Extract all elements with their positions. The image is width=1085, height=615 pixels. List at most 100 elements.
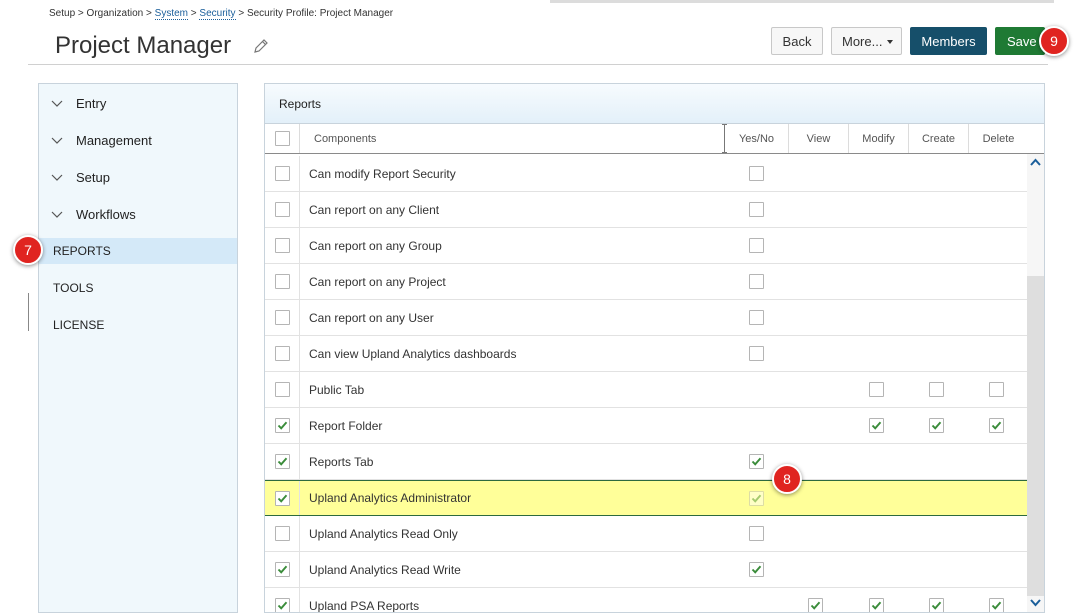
create-checkbox[interactable] bbox=[929, 598, 944, 612]
table-row[interactable]: Can report on any Project bbox=[265, 264, 1027, 300]
table-row[interactable]: Upland Analytics Read Only bbox=[265, 516, 1027, 552]
yesno-checkbox[interactable] bbox=[749, 454, 764, 469]
row-select-checkbox[interactable] bbox=[275, 382, 290, 397]
row-select-checkbox[interactable] bbox=[275, 526, 290, 541]
column-header-create[interactable]: Create bbox=[908, 124, 968, 153]
table-row[interactable]: Can report on any Client bbox=[265, 192, 1027, 228]
component-label: Can view Upland Analytics dashboards bbox=[309, 346, 517, 361]
breadcrumb: Setup > Organization > System > Security… bbox=[49, 8, 394, 20]
table-row[interactable]: Can report on any Group bbox=[265, 228, 1027, 264]
scroll-up-icon[interactable] bbox=[1029, 157, 1042, 167]
component-label: Can report on any Client bbox=[309, 202, 440, 217]
yesno-checkbox[interactable] bbox=[749, 526, 764, 541]
row-separator bbox=[299, 444, 300, 479]
yesno-checkbox[interactable] bbox=[749, 166, 764, 181]
row-select-checkbox[interactable] bbox=[275, 166, 290, 181]
row-select-checkbox[interactable] bbox=[275, 598, 290, 612]
column-header-modify[interactable]: Modify bbox=[848, 124, 908, 153]
top-strip bbox=[550, 0, 1054, 3]
row-select-checkbox[interactable] bbox=[275, 274, 290, 289]
row-separator bbox=[299, 192, 300, 227]
row-select-checkbox[interactable] bbox=[275, 346, 290, 361]
table-row[interactable]: Can view Upland Analytics dashboards bbox=[265, 336, 1027, 372]
members-button[interactable]: Members bbox=[910, 27, 987, 55]
component-label: Upland Analytics Administrator bbox=[309, 491, 472, 505]
yesno-checkbox[interactable] bbox=[749, 238, 764, 253]
delete-checkbox[interactable] bbox=[989, 418, 1004, 433]
modify-checkbox[interactable] bbox=[869, 598, 884, 612]
breadcrumb-sep: > bbox=[146, 8, 152, 19]
delete-checkbox[interactable] bbox=[989, 598, 1004, 612]
component-label: Can report on any User bbox=[309, 310, 434, 325]
sidebar-item-license[interactable]: LICENSE bbox=[39, 312, 237, 338]
sidebar-item-label: Management bbox=[76, 132, 152, 148]
column-header-delete[interactable]: Delete bbox=[968, 124, 1028, 153]
sidebar-item-entry[interactable]: Entry bbox=[39, 90, 237, 116]
select-all-checkbox[interactable] bbox=[275, 131, 290, 146]
table-row[interactable]: Report Folder bbox=[265, 408, 1027, 444]
more-dropdown-button[interactable]: More... bbox=[831, 27, 902, 55]
table-row[interactable]: Public Tab bbox=[265, 372, 1027, 408]
step-marker-8: 8 bbox=[772, 464, 802, 494]
scroll-down-icon[interactable] bbox=[1029, 598, 1042, 608]
page-title: Project Manager bbox=[55, 32, 232, 59]
modify-checkbox[interactable] bbox=[869, 382, 884, 397]
sidebar-item-label: Setup bbox=[76, 169, 110, 185]
row-separator bbox=[299, 336, 300, 371]
row-separator bbox=[299, 156, 300, 191]
sidebar-item-label: TOOLS bbox=[53, 281, 94, 295]
sidebar-item-management[interactable]: Management bbox=[39, 127, 237, 153]
sidebar-item-label: LICENSE bbox=[53, 318, 105, 332]
row-select-checkbox[interactable] bbox=[275, 202, 290, 217]
yesno-checkbox[interactable] bbox=[749, 310, 764, 325]
breadcrumb-sep: > bbox=[190, 8, 197, 19]
breadcrumb-current: Security Profile: Project Manager bbox=[246, 8, 394, 19]
save-button[interactable]: Save bbox=[995, 27, 1045, 55]
sidebar-item-workflows[interactable]: Workflows bbox=[39, 201, 237, 227]
column-header-yesno[interactable]: Yes/No bbox=[725, 124, 788, 153]
row-separator bbox=[299, 228, 300, 263]
breadcrumb-security-link[interactable]: Security bbox=[199, 8, 236, 20]
column-header-components[interactable]: Components bbox=[299, 124, 725, 153]
yesno-checkbox[interactable] bbox=[749, 202, 764, 217]
breadcrumb-system-link[interactable]: System bbox=[154, 8, 188, 20]
breadcrumb-organization[interactable]: Organization bbox=[87, 8, 144, 19]
row-select-checkbox[interactable] bbox=[275, 454, 290, 469]
sidebar-item-setup[interactable]: Setup bbox=[39, 164, 237, 190]
yesno-checkbox[interactable] bbox=[749, 274, 764, 289]
table-row[interactable]: Upland Analytics Administrator bbox=[265, 480, 1027, 516]
delete-checkbox[interactable] bbox=[989, 382, 1004, 397]
create-checkbox[interactable] bbox=[929, 382, 944, 397]
sidebar: Entry Management Setup Workflows REPORTS… bbox=[38, 83, 238, 613]
yesno-checkbox[interactable] bbox=[749, 562, 764, 577]
row-select-checkbox[interactable] bbox=[275, 310, 290, 325]
table-row[interactable]: Can report on any User bbox=[265, 300, 1027, 336]
view-checkbox[interactable] bbox=[808, 598, 823, 612]
row-select-checkbox[interactable] bbox=[275, 418, 290, 433]
row-select-checkbox[interactable] bbox=[275, 238, 290, 253]
table-row[interactable]: Can modify Report Security bbox=[265, 156, 1027, 192]
row-select-checkbox[interactable] bbox=[275, 491, 290, 506]
component-label: Can report on any Project bbox=[309, 274, 446, 289]
yesno-checkbox[interactable] bbox=[749, 491, 764, 506]
breadcrumb-setup[interactable]: Setup bbox=[49, 8, 75, 19]
table-row[interactable]: Reports Tab bbox=[265, 444, 1027, 480]
chevron-down-icon bbox=[51, 174, 63, 181]
create-checkbox[interactable] bbox=[929, 418, 944, 433]
sidebar-item-reports[interactable]: REPORTS bbox=[39, 238, 237, 264]
column-resize-handle[interactable] bbox=[722, 124, 727, 153]
component-label: Upland PSA Reports bbox=[309, 598, 420, 613]
table-row[interactable]: Upland PSA Reports bbox=[265, 588, 1027, 613]
modify-checkbox[interactable] bbox=[869, 418, 884, 433]
sidebar-item-label: Workflows bbox=[76, 206, 136, 222]
pencil-icon[interactable] bbox=[252, 37, 270, 55]
table-row[interactable]: Upland Analytics Read Write bbox=[265, 552, 1027, 588]
sidebar-item-tools[interactable]: TOOLS bbox=[39, 275, 237, 301]
scrollbar-thumb[interactable] bbox=[1027, 276, 1044, 596]
column-header-view[interactable]: View bbox=[788, 124, 848, 153]
panel-title: Reports bbox=[279, 97, 322, 111]
row-select-checkbox[interactable] bbox=[275, 562, 290, 577]
more-label: More... bbox=[842, 33, 883, 49]
back-button[interactable]: Back bbox=[771, 27, 823, 55]
yesno-checkbox[interactable] bbox=[749, 346, 764, 361]
